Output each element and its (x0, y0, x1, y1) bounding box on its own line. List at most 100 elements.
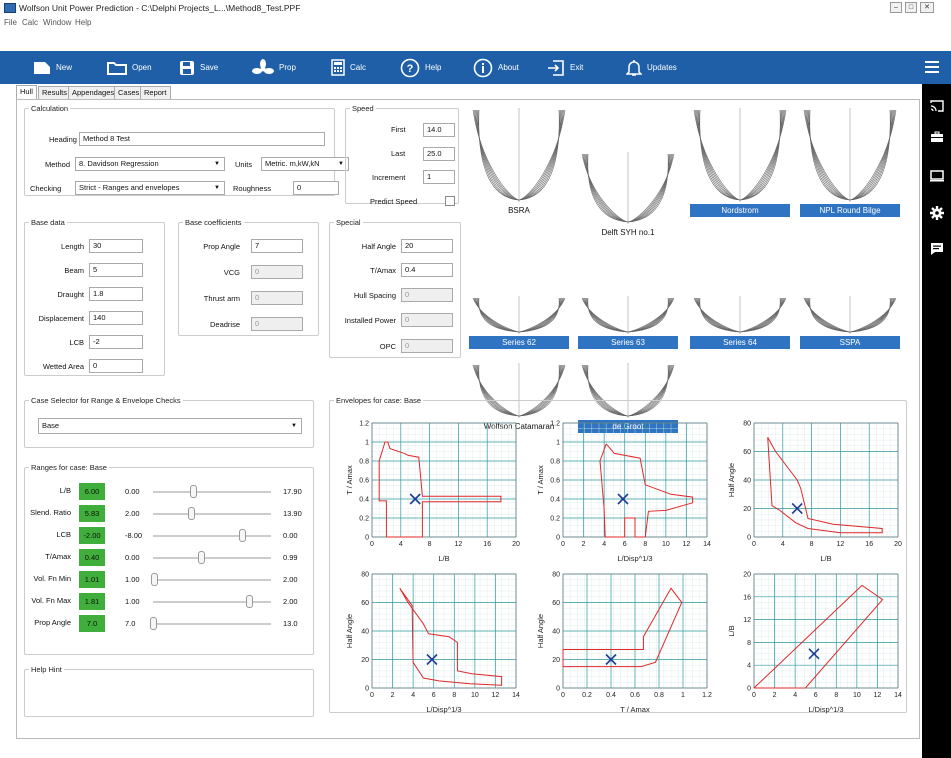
open-button[interactable]: Open (107, 51, 152, 84)
hull-form-series-64[interactable] (690, 294, 790, 334)
x-tick-label: 10 (662, 541, 670, 548)
menu-calc[interactable]: Calc (22, 18, 38, 27)
y-axis-label: Half Angle (345, 614, 354, 648)
hull-form-sspa[interactable] (800, 294, 900, 334)
range-slider-track[interactable] (153, 557, 271, 559)
range-slider-thumb[interactable] (150, 617, 157, 630)
minimize-icon[interactable]: – (890, 2, 902, 13)
menu-help[interactable]: Help (75, 18, 91, 27)
hamburger-menu-icon[interactable] (925, 51, 945, 84)
range-slider-thumb[interactable] (245, 595, 253, 608)
calculator-icon (331, 59, 345, 76)
y-tick-label: 0.6 (550, 478, 560, 485)
save-button[interactable]: Save (179, 51, 218, 84)
y-tick-label: 1 (556, 440, 560, 447)
range-slider-thumb[interactable] (238, 529, 246, 542)
hull-form-label[interactable]: NPL Round Bilge (800, 204, 900, 217)
y-tick-label: 60 (361, 600, 369, 607)
y-tick-label: 0 (747, 535, 751, 542)
ranges-title: Ranges for case: Base (31, 463, 107, 472)
hull-form-bsra[interactable] (469, 106, 569, 202)
exit-button[interactable]: Exit (547, 51, 583, 84)
hull-form-label[interactable]: Delft SYH no.1 (578, 226, 678, 239)
range-max: 2.00 (283, 575, 298, 584)
hull-form-label[interactable]: Series 64 (690, 336, 790, 349)
x-tick-label: 2 (391, 692, 395, 699)
hull-form-series-63[interactable] (578, 294, 678, 334)
tab-results[interactable]: Results (38, 86, 72, 100)
range-slider-thumb[interactable] (151, 573, 159, 586)
x-tick-label: 2 (773, 692, 777, 699)
y-tick-label: 16 (743, 594, 751, 601)
x-tick-label: 0 (752, 541, 756, 548)
x-tick-label: 20 (894, 541, 902, 548)
case-select[interactable]: Base (38, 418, 302, 434)
range-min: -8.00 (125, 531, 143, 540)
x-tick-label: 8 (643, 541, 647, 548)
new-button[interactable]: New (33, 51, 72, 84)
tab-report[interactable]: Report (140, 86, 171, 100)
range-slider-thumb[interactable] (197, 551, 205, 564)
prop-button[interactable]: Prop (252, 51, 296, 84)
y-tick-label: 1.2 (359, 421, 369, 428)
toolbar: New Open Save Prop Calc ? Help About Exi… (0, 51, 951, 84)
save-icon (180, 60, 194, 75)
range-slider-track[interactable] (153, 535, 271, 537)
calc-button[interactable]: Calc (331, 51, 366, 84)
range-slider-thumb[interactable] (187, 507, 195, 520)
x-tick-label: 8 (834, 692, 838, 699)
range-slider-track[interactable] (153, 601, 271, 603)
x-axis-label: L/Disp^1/3 (808, 705, 843, 714)
range-label: Prop Angle (34, 618, 71, 627)
hull-form-label[interactable]: Nordstrom (690, 204, 790, 217)
tab-cases[interactable]: Cases (114, 86, 144, 100)
tab-hull[interactable]: Hull (16, 85, 37, 100)
y-tick-label: 0 (365, 686, 369, 693)
x-tick-label: 0.8 (654, 692, 664, 699)
hull-form-npl-round-bilge[interactable] (800, 106, 900, 202)
hull-form-delft-syh-no-1[interactable] (578, 150, 678, 224)
tab-appendages[interactable]: Appendages (68, 86, 119, 100)
help-button[interactable]: ? Help (400, 51, 441, 84)
envelope-chart-2: 0 2 4 6 8 10 12 14 0 0.2 0.4 0.6 0.8 1 1.2 L/Disp^1/3 T … (536, 421, 711, 564)
message-icon[interactable] (930, 242, 944, 258)
y-tick-label: 80 (743, 421, 751, 428)
hull-form-label[interactable]: BSRA (469, 204, 569, 217)
range-slider-track[interactable] (153, 491, 271, 493)
x-tick-label: 4 (781, 541, 785, 548)
maximize-icon[interactable]: □ (905, 2, 917, 13)
hull-form-label[interactable]: Series 62 (469, 336, 569, 349)
range-value: 7.0 (79, 615, 105, 632)
help-hint-group: Help Hint (24, 665, 314, 717)
hull-form-label[interactable]: Series 63 (578, 336, 678, 349)
side-panel (922, 84, 951, 758)
cast-icon[interactable] (930, 100, 944, 114)
range-slider-thumb[interactable] (189, 485, 197, 498)
envelopes-group: Envelopes for case: Base 0 4 8 12 16 20 0 0.2 0.… (329, 396, 907, 714)
menu-file[interactable]: File (4, 18, 17, 27)
updates-button[interactable]: Updates (626, 51, 677, 84)
range-label: Slend. Ratio (30, 508, 71, 517)
gear-icon[interactable] (930, 206, 944, 222)
x-tick-label: 1 (681, 692, 685, 699)
hull-form-nordstrom[interactable] (690, 106, 790, 202)
bell-icon (626, 59, 642, 76)
x-tick-label: 6 (623, 541, 627, 548)
menu-window[interactable]: Window (43, 18, 71, 27)
propeller-icon (252, 58, 274, 74)
x-tick-label: 16 (483, 541, 491, 548)
about-button[interactable]: About (473, 51, 519, 84)
briefcase-icon[interactable] (930, 131, 944, 145)
hull-form-series-62[interactable] (469, 294, 569, 334)
close-icon[interactable]: ✕ (920, 2, 934, 13)
range-max: 2.00 (283, 597, 298, 606)
range-slider-track[interactable] (153, 579, 271, 581)
hull-tab-page: Calculation Heading Method 8 Test Method… (16, 99, 920, 739)
hull-form-label[interactable]: SSPA (800, 336, 900, 349)
range-row: Vol. Fn Max 1.81 1.00 2.00 (25, 592, 303, 612)
monitor-icon[interactable] (930, 170, 944, 184)
range-slider-track[interactable] (153, 623, 271, 625)
x-tick-label: 14 (894, 692, 902, 699)
y-tick-label: 0 (365, 535, 369, 542)
range-slider-track[interactable] (153, 513, 271, 515)
